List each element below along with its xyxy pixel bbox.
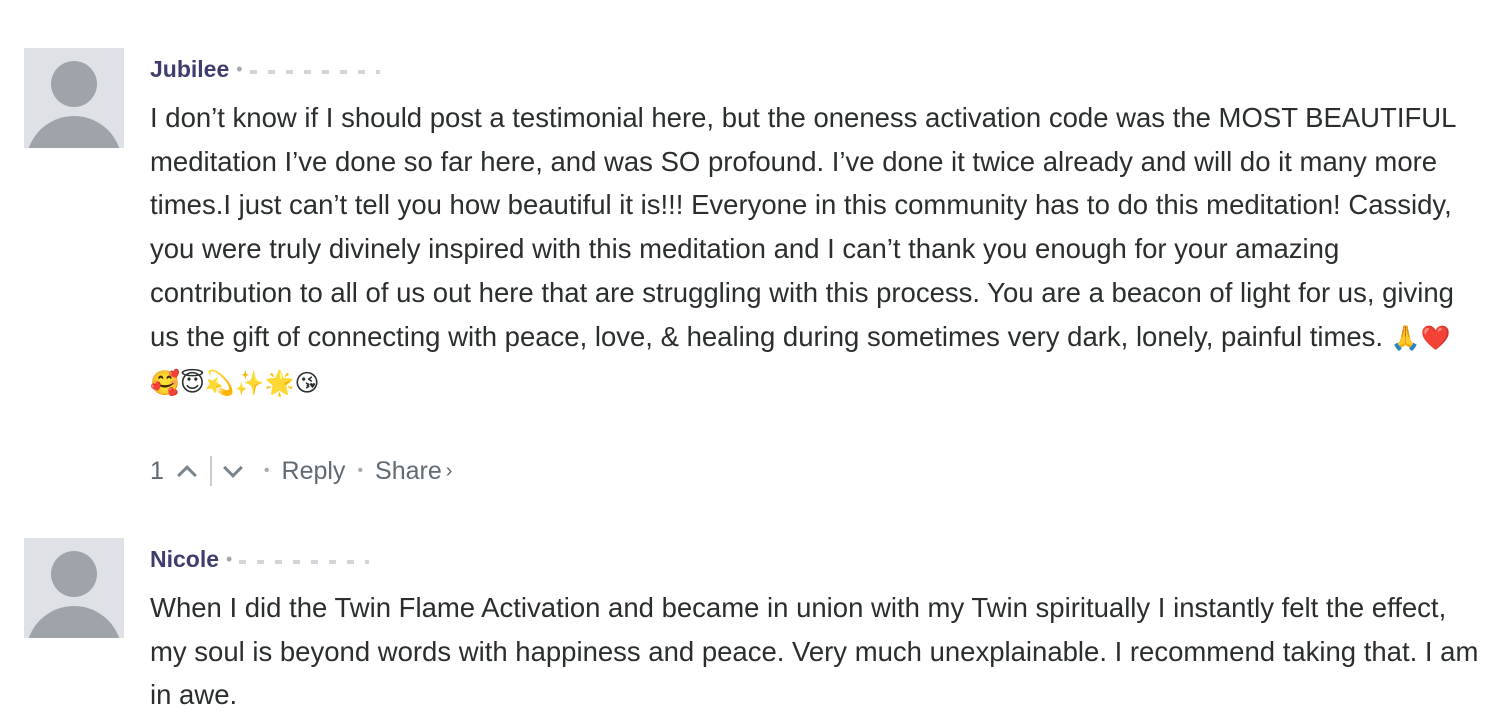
comment-text: I don’t know if I should post a testimon… <box>150 96 1480 406</box>
avatar-head <box>51 551 97 597</box>
meta-separator: • <box>226 548 233 569</box>
chevron-right-icon: › <box>445 459 453 482</box>
timestamp-redacted <box>249 70 380 74</box>
vote-divider <box>209 456 212 486</box>
comment-text: When I did the Twin Flame Activation and… <box>150 586 1480 717</box>
upvote-icon[interactable] <box>177 465 197 485</box>
comment-meta: Jubilee • <box>150 54 380 84</box>
comment-body: I don’t know if I should post a testimon… <box>150 102 1456 352</box>
downvote-icon[interactable] <box>223 458 243 478</box>
avatar[interactable] <box>24 538 124 638</box>
avatar-body <box>26 116 122 148</box>
vote-count: 1 <box>150 456 164 485</box>
comment-actions: 1 • Reply • Share › <box>150 451 452 491</box>
comment-meta: Nicole • <box>150 544 370 574</box>
meta-separator: • <box>236 58 243 79</box>
author-name[interactable]: Nicole <box>150 546 219 573</box>
reply-button[interactable]: Reply <box>282 457 346 486</box>
comment-body: When I did the Twin Flame Activation and… <box>150 592 1479 711</box>
avatar[interactable] <box>24 48 124 148</box>
action-separator: • <box>263 462 270 479</box>
timestamp-redacted <box>239 560 370 564</box>
author-name[interactable]: Jubilee <box>150 56 229 83</box>
share-button[interactable]: Share <box>375 457 442 486</box>
avatar-body <box>26 606 122 638</box>
action-separator: • <box>357 462 364 479</box>
avatar-head <box>51 61 97 107</box>
